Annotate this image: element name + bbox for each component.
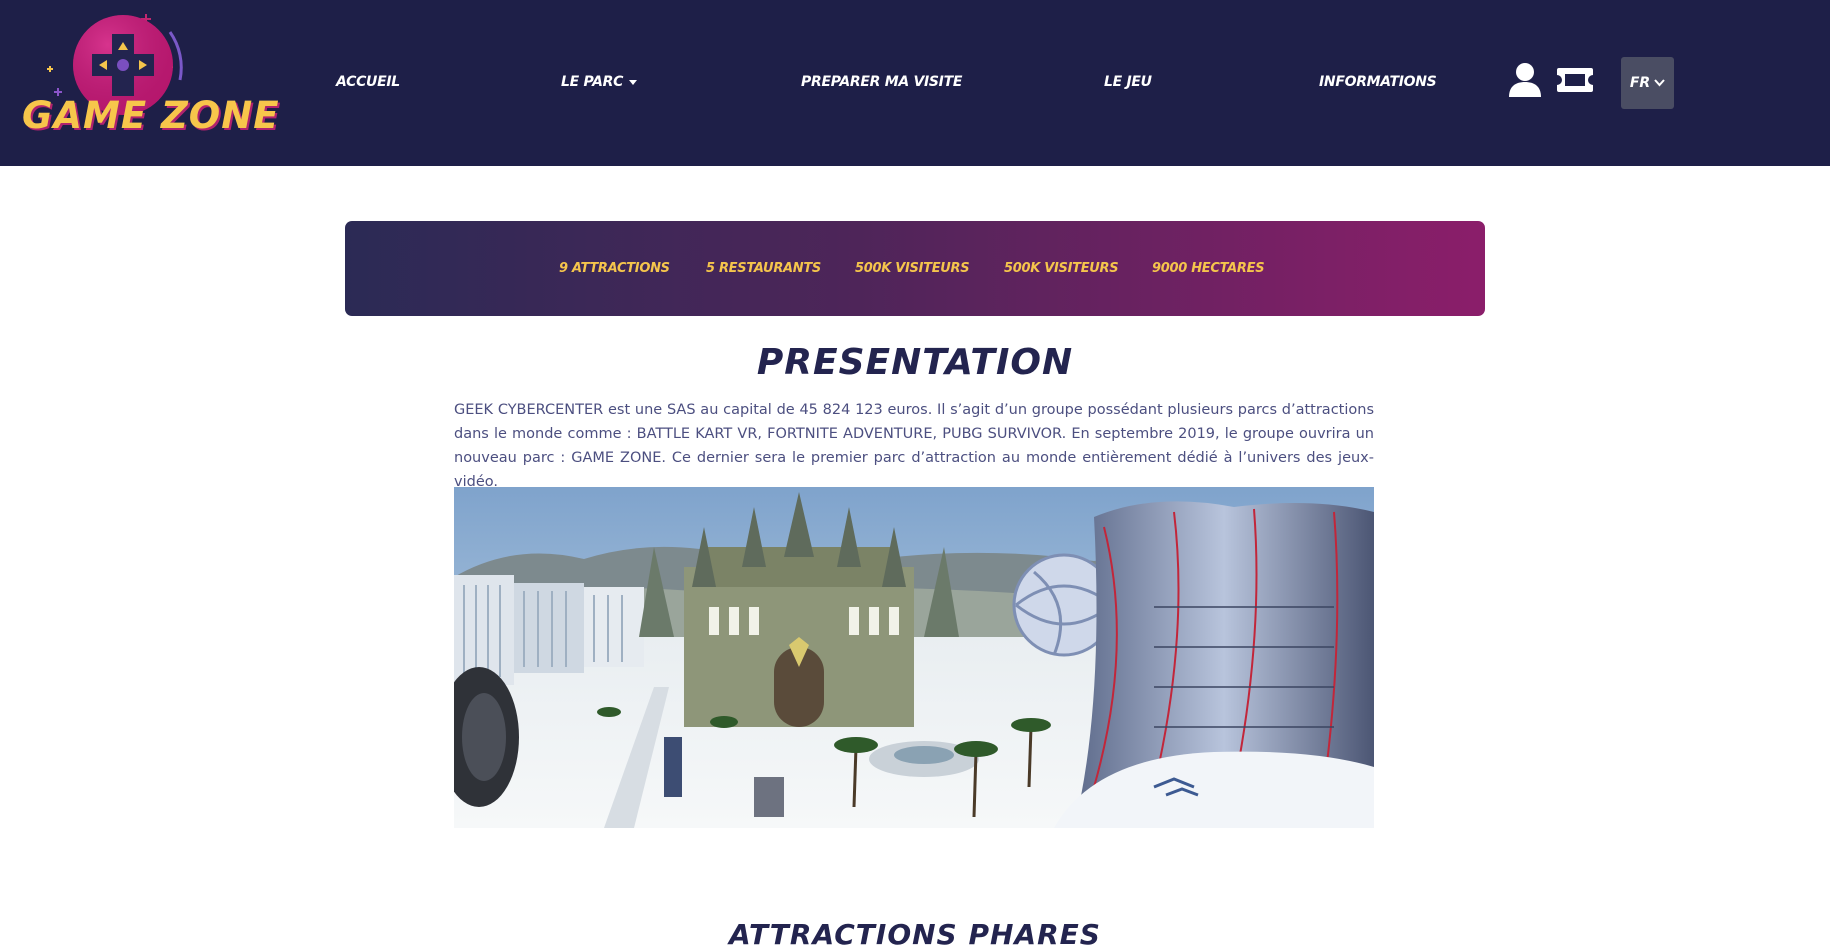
presentation-text: GEEK CYBERCENTER est une SAS au capital … (454, 402, 1374, 490)
caret-down-icon (629, 79, 638, 85)
nav-informations[interactable]: INFORMATIONS (1319, 74, 1437, 90)
presentation-title: PRESENTATION (756, 342, 1074, 383)
stat-visiteurs-2: 500K VISITEURS (1004, 261, 1119, 276)
language-label: FR (1629, 75, 1651, 91)
stats-banner: 9 ATTRACTIONS 5 RESTAURANTS 500K VISITEU… (345, 221, 1485, 316)
nav-le-parc-dropdown[interactable]: LE PARC (561, 74, 638, 90)
language-selector[interactable]: FR (1621, 57, 1674, 109)
nav-preparer-ma-visite[interactable]: PREPARER MA VISITE (801, 74, 962, 90)
park-illustration-image (454, 487, 1374, 828)
game-zone-logo[interactable]: GAME ZONE (20, 10, 279, 145)
nav-accueil[interactable]: ACCUEIL (336, 74, 400, 90)
user-icon[interactable] (1508, 62, 1542, 102)
stat-hectares: 9000 HECTARES (1152, 261, 1265, 276)
stat-restaurants: 5 RESTAURANTS (706, 261, 821, 276)
attractions-title: ATTRACTIONS PHARES (729, 918, 1101, 951)
logo-text: GAME ZONE (22, 94, 280, 137)
site-header: GAME ZONE ACCUEIL LE PARC PREPARER MA VI… (0, 0, 1830, 166)
ticket-icon[interactable] (1556, 66, 1594, 98)
nav-le-parc-label: LE PARC (561, 74, 624, 90)
chevron-down-icon (1654, 75, 1665, 91)
stat-visiteurs: 500K VISITEURS (855, 261, 970, 276)
nav-le-jeu[interactable]: LE JEU (1104, 74, 1152, 90)
stat-attractions: 9 ATTRACTIONS (559, 261, 670, 276)
